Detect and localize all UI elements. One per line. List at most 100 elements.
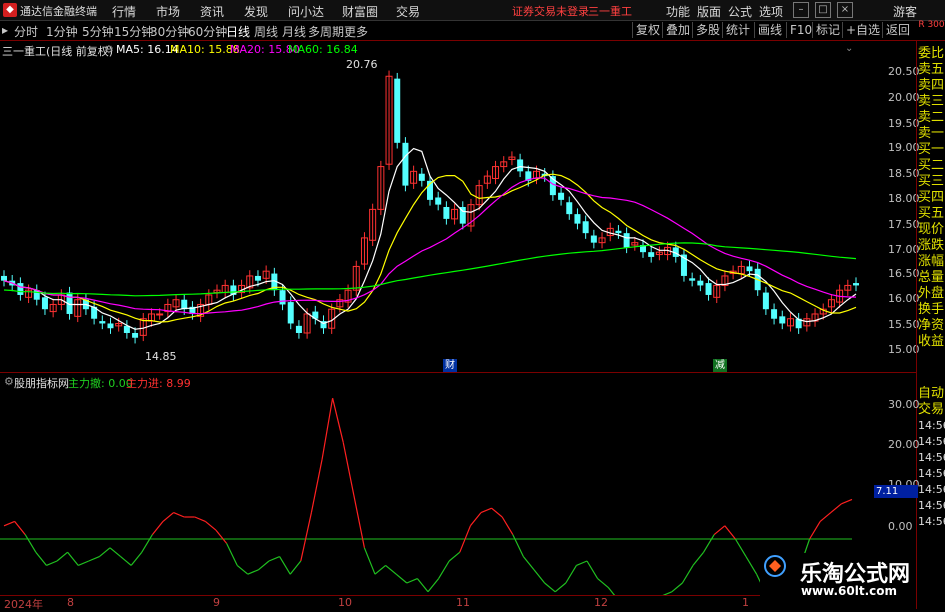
indicator-segment xyxy=(363,547,376,575)
tab-15min[interactable]: 15分钟 xyxy=(114,23,153,40)
stats-button[interactable]: 统计 xyxy=(722,22,753,38)
candle-body xyxy=(623,233,630,248)
multi-stock-button[interactable]: 多股 xyxy=(692,22,723,38)
indicator-segment xyxy=(236,564,249,575)
price-chart[interactable] xyxy=(0,40,918,373)
side-label: 涨幅 xyxy=(918,254,945,269)
high-price-label: 20.76 xyxy=(346,58,378,71)
price-tick: 16.00 xyxy=(888,292,920,305)
side-label: 收益 xyxy=(918,334,945,349)
side-label: 现价 xyxy=(918,222,945,237)
tab-30min[interactable]: 30分钟 xyxy=(150,23,189,40)
side-time: 14:56 xyxy=(918,515,945,528)
tab-daily[interactable]: 日线 xyxy=(226,23,250,40)
tab-1min[interactable]: 1分钟 xyxy=(46,23,78,40)
overlay-button[interactable]: 叠加 xyxy=(662,22,693,38)
tab-weekly[interactable]: 周线 xyxy=(254,23,278,40)
indicator-segment xyxy=(841,498,853,505)
login-status[interactable]: 证券交易未登录 xyxy=(512,3,589,19)
period-arrow-icon[interactable]: ▸ xyxy=(2,23,8,37)
indicator-segment xyxy=(35,551,47,566)
menu-trade[interactable]: 交易 xyxy=(396,3,420,20)
app-logo-icon: ◆ xyxy=(3,3,17,17)
back-button[interactable]: 返回 xyxy=(882,22,913,38)
candle-body xyxy=(762,292,769,310)
time-tick: 12 xyxy=(594,596,608,609)
side-auto[interactable]: 自动 xyxy=(918,386,945,402)
menu-markets[interactable]: 市场 xyxy=(156,3,180,20)
f10-button[interactable]: F10 xyxy=(786,22,815,38)
side-label: 净资 xyxy=(918,318,945,333)
indicator-segment xyxy=(258,560,270,571)
maximize-icon[interactable]: □ xyxy=(815,2,831,18)
menu-options[interactable]: 选项 xyxy=(759,3,783,20)
candle-body xyxy=(107,323,114,329)
candle-body xyxy=(1,275,7,281)
side-time: 14:56 xyxy=(918,499,945,512)
indicator-segment xyxy=(522,556,535,571)
candle-body xyxy=(435,197,442,205)
app-title: 通达信金融终端 xyxy=(20,5,97,18)
low-price-label: 14.85 xyxy=(145,350,177,363)
candle-body xyxy=(418,173,425,181)
mark-button[interactable]: 标记 xyxy=(812,22,843,38)
draw-line-button[interactable]: 画线 xyxy=(754,22,785,38)
indicator-segment xyxy=(427,578,440,593)
candle-body xyxy=(746,266,753,272)
indicator-segment xyxy=(692,551,705,566)
indicator-segment xyxy=(173,512,185,518)
price-tick: 15.00 xyxy=(888,343,920,356)
price-tick: 16.50 xyxy=(888,267,920,280)
indicator-segment xyxy=(56,551,68,562)
side-label: 买四 xyxy=(918,190,945,205)
menu-function[interactable]: 功能 xyxy=(666,3,690,20)
indicator-segment xyxy=(671,582,683,593)
adjust-button[interactable]: 复权 xyxy=(632,22,663,38)
candle-body xyxy=(17,283,24,295)
reduce-marker[interactable]: 减 xyxy=(713,359,727,372)
guest-label[interactable]: 游客 xyxy=(893,3,917,20)
menu-discover[interactable]: 发现 xyxy=(244,3,268,20)
side-time: 14:56 xyxy=(918,451,945,464)
current-stock-name: 三一重工 xyxy=(588,5,632,18)
indicator-segment xyxy=(3,520,15,527)
add-favorite-button[interactable]: +自选 xyxy=(842,22,883,38)
menu-formula[interactable]: 公式 xyxy=(728,3,752,20)
side-time: 14:56 xyxy=(918,419,945,432)
price-tick: 15.50 xyxy=(888,318,920,331)
indicator-segment xyxy=(703,534,715,553)
menu-market[interactable]: 行情 xyxy=(112,3,136,20)
indicator-segment xyxy=(533,569,546,584)
candle-body xyxy=(574,214,581,224)
indicator-segment xyxy=(586,560,599,579)
indicator-segment xyxy=(14,521,26,535)
tab-multi-period[interactable]: 多周期 xyxy=(308,23,344,40)
tab-monthly[interactable]: 月线 xyxy=(282,23,306,40)
menu-wealth[interactable]: 财富圈 xyxy=(342,3,378,20)
tab-60min[interactable]: 60分钟 xyxy=(188,23,227,40)
tab-more[interactable]: 更多 xyxy=(344,23,368,40)
side-trade[interactable]: 交易 xyxy=(918,402,945,418)
tab-5min[interactable]: 5分钟 xyxy=(82,23,114,40)
side-label: 涨跌 xyxy=(918,238,945,253)
candle-body xyxy=(771,309,778,319)
candle-body xyxy=(853,283,859,286)
close-icon[interactable]: × xyxy=(837,2,853,18)
finance-marker[interactable]: 财 xyxy=(443,359,457,372)
indicator-segment xyxy=(438,560,450,579)
candle-body xyxy=(689,278,696,281)
indicator-segment xyxy=(205,520,217,531)
indicator-segment xyxy=(724,525,736,540)
indicator-segment xyxy=(289,560,302,575)
tab-intraday[interactable]: 分时 xyxy=(14,23,38,40)
menu-news[interactable]: 资讯 xyxy=(200,3,224,20)
candle-body xyxy=(99,321,106,324)
menu-layout[interactable]: 版面 xyxy=(697,3,721,20)
side-label: 买一 xyxy=(918,142,945,157)
side-label: 总量 xyxy=(918,270,945,285)
indicator-segment xyxy=(130,551,143,566)
minimize-icon[interactable]: – xyxy=(793,2,809,18)
indicator-segment xyxy=(597,578,609,588)
menu-ask[interactable]: 问小达 xyxy=(288,3,324,20)
side-time: 14:56 xyxy=(918,483,945,496)
